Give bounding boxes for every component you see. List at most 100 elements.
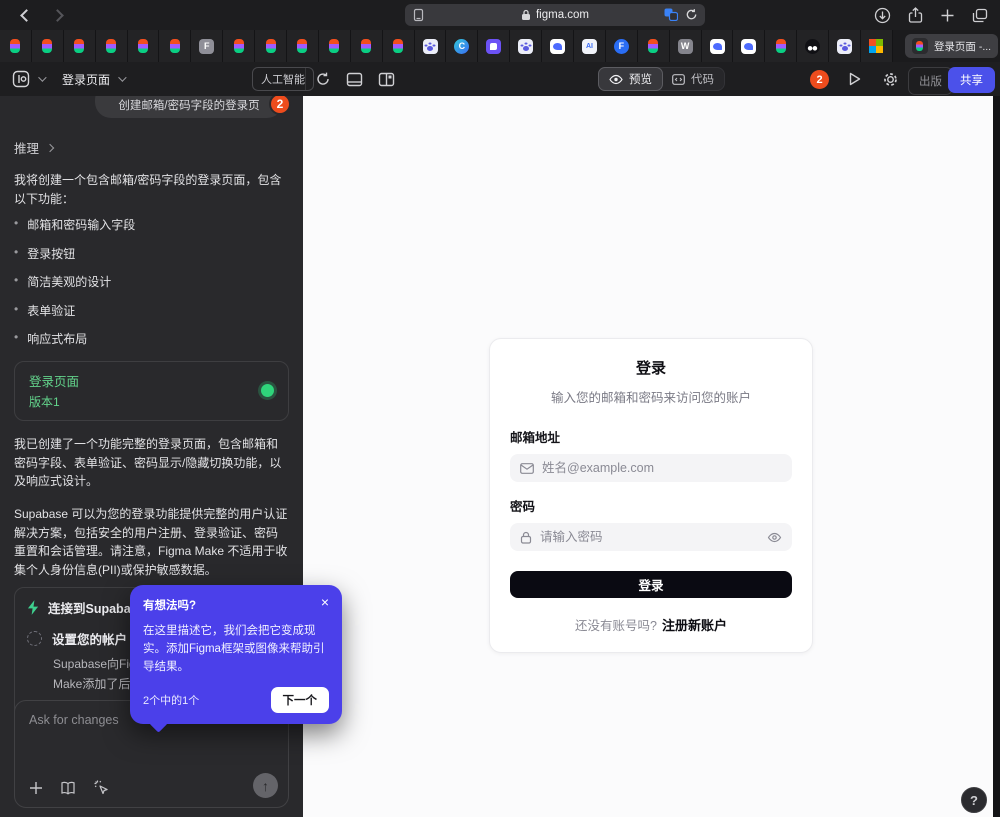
close-icon[interactable]: ×: [321, 597, 329, 607]
browser-tab[interactable]: AI: [574, 30, 606, 62]
figma-favicon: [10, 39, 20, 53]
back-chevron-icon[interactable]: [20, 9, 33, 22]
browser-tab[interactable]: [32, 30, 64, 62]
chevron-down-icon[interactable]: [118, 73, 126, 81]
share-icon[interactable]: [908, 7, 923, 24]
code-icon: [672, 74, 685, 85]
browser-tab[interactable]: [415, 30, 447, 62]
browser-tab[interactable]: [319, 30, 351, 62]
figma-favicon: [393, 39, 403, 53]
figma-favicon: [170, 39, 180, 53]
signup-prompt: 还没有账号吗?: [575, 619, 657, 633]
browser-tab[interactable]: [0, 30, 32, 62]
login-button[interactable]: 登录: [510, 571, 792, 598]
email-label: 邮箱地址: [510, 427, 792, 446]
figma-favicon: [138, 39, 148, 53]
assistant-result-text: 我已创建了一个功能完整的登录页面，包含邮箱和密码字段、表单验证、密码显示/隐藏切…: [14, 435, 289, 491]
figma-favicon: [776, 39, 786, 53]
book-icon[interactable]: [60, 781, 76, 795]
browser-tab[interactable]: [64, 30, 96, 62]
reload-icon[interactable]: [685, 8, 698, 21]
plus-icon[interactable]: [29, 781, 43, 795]
list-item: 简洁美观的设计: [14, 273, 289, 290]
gear-icon[interactable]: [882, 71, 899, 88]
whale-favicon: [710, 39, 725, 54]
url-text: figma.com: [536, 9, 589, 21]
figma-favicon: [297, 39, 307, 53]
browser-tab[interactable]: [96, 30, 128, 62]
tooltip-body: 在这里描述它，我们会把它变成现实。添加Figma框架或图像来帮助引导结果。: [143, 623, 329, 676]
browser-tab[interactable]: F: [606, 30, 638, 62]
browser-chrome: figma.com: [0, 0, 1000, 30]
password-input[interactable]: [540, 530, 759, 544]
forward-chevron-icon[interactable]: [51, 9, 64, 22]
tab-overview-icon[interactable]: [972, 8, 988, 23]
reader-icon[interactable]: [412, 8, 425, 22]
active-tab-label: 登录页面 -...: [934, 39, 991, 54]
refresh-icon[interactable]: [315, 71, 331, 87]
new-tab-plus-icon[interactable]: [940, 8, 955, 23]
figma-favicon: [266, 39, 276, 53]
browser-tab[interactable]: F: [191, 30, 223, 62]
browser-tab[interactable]: [829, 30, 861, 62]
paw-favicon: [518, 39, 533, 54]
address-bar[interactable]: figma.com: [405, 4, 705, 26]
browser-tab[interactable]: W: [670, 30, 702, 62]
help-button[interactable]: ?: [961, 787, 987, 813]
reasoning-label: 推理: [14, 138, 39, 157]
browser-tab[interactable]: [383, 30, 415, 62]
version-card[interactable]: 登录页面 版本1: [14, 361, 289, 421]
send-button[interactable]: ↑: [253, 773, 278, 798]
figma-favicon: [74, 39, 84, 53]
login-subtitle: 输入您的邮箱和密码来访问您的账户: [510, 387, 792, 406]
play-icon[interactable]: [847, 71, 862, 87]
notification-badge[interactable]: 2: [810, 70, 829, 89]
browser-tab[interactable]: [351, 30, 383, 62]
browser-tab[interactable]: [702, 30, 734, 62]
email-field[interactable]: [510, 454, 792, 482]
browser-tab[interactable]: [159, 30, 191, 62]
translate-icon[interactable]: [664, 8, 678, 21]
reasoning-toggle[interactable]: 推理: [14, 138, 289, 157]
browser-tab[interactable]: [765, 30, 797, 62]
figma-make-logo-icon[interactable]: [12, 70, 30, 88]
browser-tab[interactable]: C: [446, 30, 478, 62]
password-field[interactable]: [510, 523, 792, 551]
chevron-down-icon[interactable]: [38, 73, 46, 81]
browser-tab[interactable]: [510, 30, 542, 62]
browser-tab[interactable]: [861, 30, 893, 62]
browser-tab[interactable]: [287, 30, 319, 62]
publish-button[interactable]: 出版: [908, 67, 953, 95]
panel-columns-icon[interactable]: [378, 72, 395, 87]
tab-preview[interactable]: 预览: [598, 67, 663, 91]
signup-link[interactable]: 注册新账户: [662, 618, 727, 633]
list-item: 表单验证: [14, 302, 289, 319]
eye-icon[interactable]: [767, 532, 782, 543]
list-item: 邮箱和密码输入字段: [14, 216, 289, 233]
email-input[interactable]: [542, 461, 782, 475]
browser-tab[interactable]: [128, 30, 160, 62]
download-icon[interactable]: [874, 7, 891, 24]
browser-tab[interactable]: [542, 30, 574, 62]
browser-tab-active[interactable]: 登录页面 -...: [905, 34, 998, 58]
panel-bottom-icon[interactable]: [346, 72, 363, 87]
tooltip-progress: 2个中的1个: [143, 692, 199, 708]
figma-favicon: [912, 38, 928, 54]
figma-toolbar: 登录页面 人工智能 预览 代码 2 出版: [0, 62, 1000, 96]
figma-favicon: [234, 39, 244, 53]
browser-tab[interactable]: [638, 30, 670, 62]
browser-tab[interactable]: [733, 30, 765, 62]
ai-favicon: AI: [582, 39, 597, 54]
list-item: 登录按钮: [14, 245, 289, 262]
purple-favicon: [486, 39, 501, 54]
browser-tab[interactable]: [478, 30, 510, 62]
browser-tab[interactable]: [223, 30, 255, 62]
status-dot-icon: [261, 384, 274, 397]
browser-tab[interactable]: [255, 30, 287, 62]
magic-cursor-icon[interactable]: [93, 779, 110, 796]
browser-tab[interactable]: [797, 30, 829, 62]
file-name[interactable]: 登录页面: [62, 71, 110, 88]
next-button[interactable]: 下一个: [271, 687, 330, 713]
share-button[interactable]: 共享: [948, 67, 995, 93]
tab-code[interactable]: 代码: [662, 67, 724, 91]
